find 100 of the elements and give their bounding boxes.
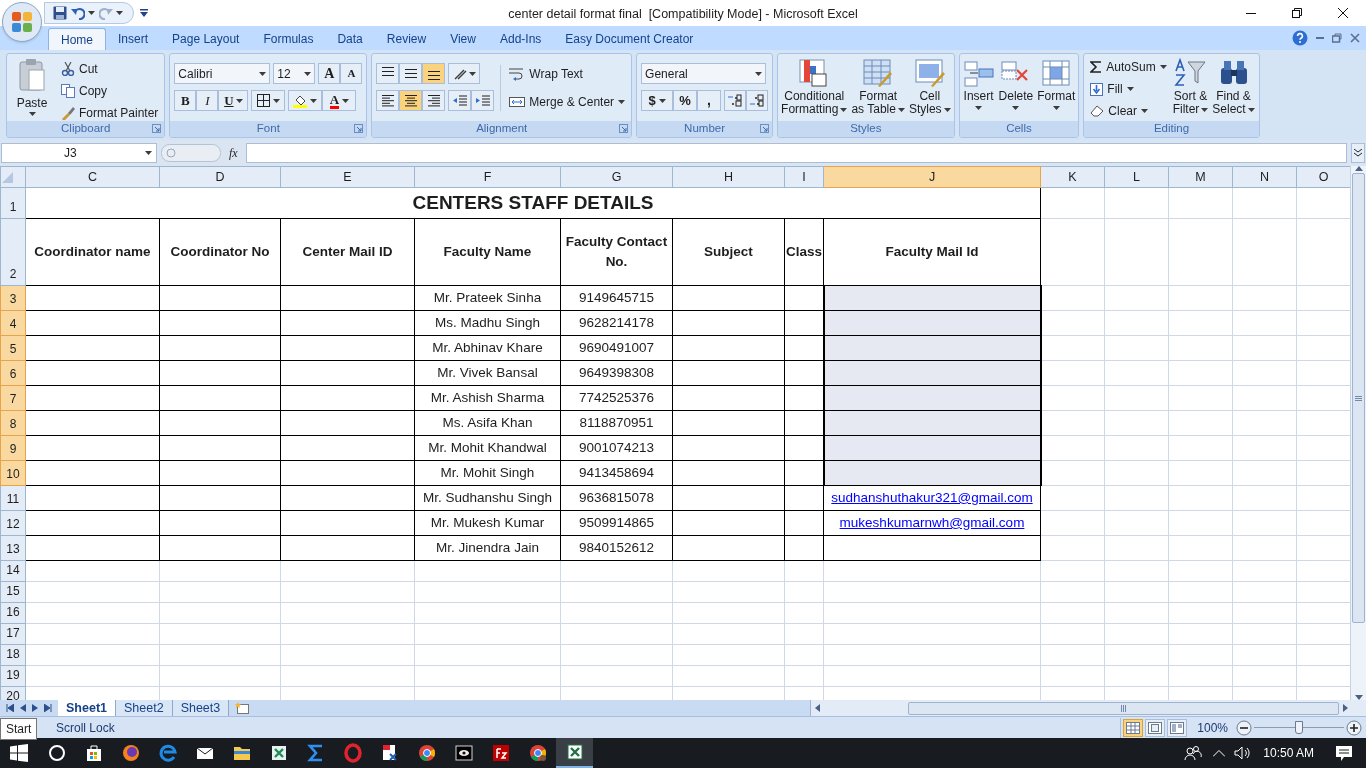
cells-button[interactable]: Insert <box>961 58 996 110</box>
increase-decimal-button[interactable] <box>724 90 747 111</box>
align-button[interactable] <box>376 90 400 111</box>
ribbon-tab[interactable]: Add-Ins <box>487 28 554 50</box>
workbook-close-button[interactable] <box>1350 33 1360 43</box>
redo-button[interactable] <box>99 6 123 20</box>
row-header[interactable]: 6 <box>0 360 26 386</box>
column-header[interactable]: L <box>1104 166 1169 188</box>
ribbon-tab[interactable]: Insert <box>106 28 161 50</box>
clear-button[interactable]: Clear <box>1088 100 1169 122</box>
email-link[interactable]: sudhanshuthakur321@gmail.com <box>831 489 1033 505</box>
dialog-launcher-icon[interactable] <box>619 124 629 133</box>
currency-button[interactable]: $ <box>641 90 674 111</box>
fill-color-button[interactable] <box>288 90 323 111</box>
zoom-slider-thumb[interactable] <box>1295 720 1303 734</box>
undo-button[interactable] <box>71 6 95 20</box>
row-header[interactable]: 15 <box>0 581 26 603</box>
expand-formula-bar-button[interactable] <box>1351 143 1365 163</box>
column-header[interactable]: C <box>25 166 160 188</box>
column-header[interactable]: G <box>560 166 673 188</box>
ribbon-tab[interactable]: Home <box>48 28 106 50</box>
vertical-scrollbar[interactable] <box>1350 166 1366 700</box>
zoom-slider[interactable] <box>1254 719 1344 736</box>
row-header[interactable]: 18 <box>0 644 26 666</box>
orientation-button[interactable] <box>448 63 481 84</box>
view-button[interactable] <box>1123 718 1144 737</box>
column-header[interactable]: K <box>1040 166 1105 188</box>
row-header[interactable]: 17 <box>0 623 26 645</box>
column-header[interactable]: F <box>414 166 561 188</box>
column-header[interactable]: M <box>1168 166 1233 188</box>
next-sheet-icon[interactable] <box>32 704 38 712</box>
row-header[interactable]: 8 <box>0 410 26 436</box>
percent-button[interactable]: % <box>673 90 698 111</box>
align-button[interactable] <box>376 63 400 84</box>
underline-button[interactable]: U <box>218 90 249 111</box>
column-header[interactable]: D <box>159 166 281 188</box>
ribbon-tab[interactable]: Easy Document Creator <box>553 28 706 50</box>
row-header[interactable]: 14 <box>0 560 26 582</box>
dialog-launcher-icon[interactable] <box>354 124 364 133</box>
borders-button[interactable] <box>251 90 286 111</box>
wrap-text-button[interactable]: Wrap Text <box>507 63 628 85</box>
increase-indent-button[interactable] <box>471 90 495 111</box>
row-header[interactable]: 9 <box>0 435 26 461</box>
format-painter-button[interactable]: Format Painter <box>59 102 161 124</box>
grow-font-button[interactable]: A <box>318 63 341 84</box>
column-header[interactable]: H <box>672 166 785 188</box>
zoom-out-button[interactable] <box>1236 719 1252 736</box>
previous-sheet-icon[interactable] <box>20 704 26 712</box>
column-header[interactable]: J <box>823 166 1041 188</box>
align-button[interactable] <box>422 63 446 84</box>
row-header[interactable]: 10 <box>0 460 26 486</box>
copy-button[interactable]: Copy <box>59 80 161 102</box>
cells-button[interactable]: Format <box>1036 58 1077 110</box>
cut-button[interactable]: Cut <box>59 58 161 80</box>
view-button[interactable] <box>1145 718 1166 737</box>
ribbon-tab[interactable]: View <box>438 28 488 50</box>
fill-button[interactable]: Fill <box>1088 78 1169 100</box>
help-button[interactable] <box>1292 30 1308 46</box>
row-header[interactable]: 2 <box>0 218 26 286</box>
ribbon-tab[interactable]: Formulas <box>251 28 326 50</box>
sheet-tab[interactable]: Sheet3 <box>172 700 230 716</box>
dialog-launcher-icon[interactable] <box>152 124 162 133</box>
row-header[interactable]: 12 <box>0 510 26 536</box>
row-header[interactable]: 5 <box>0 335 26 361</box>
decrease-decimal-button[interactable] <box>746 90 769 111</box>
ribbon-tab[interactable]: Review <box>374 28 439 50</box>
bold-button[interactable]: B <box>174 90 197 111</box>
column-header[interactable]: I <box>784 166 824 188</box>
row-header[interactable]: 7 <box>0 385 26 411</box>
sheet-tab[interactable]: Sheet1 <box>58 700 116 716</box>
shrink-font-button[interactable]: A <box>340 63 363 84</box>
style-button[interactable]: Conditional Formatting <box>780 58 849 116</box>
dialog-launcher-icon[interactable] <box>760 124 770 133</box>
customize-toolbar-button[interactable] <box>140 9 148 17</box>
ribbon-tab[interactable]: Page Layout <box>160 28 252 50</box>
row-header[interactable]: 19 <box>0 665 26 687</box>
zoom-level[interactable]: 100% <box>1189 718 1236 737</box>
row-header[interactable]: 3 <box>0 285 26 311</box>
row-header[interactable]: 16 <box>0 602 26 624</box>
find-select-button[interactable]: Find & Select <box>1212 56 1255 122</box>
column-header[interactable]: O <box>1296 166 1350 188</box>
horizontal-scrollbar[interactable] <box>810 700 1366 716</box>
font-color-button[interactable]: A <box>322 90 357 111</box>
font-size-field[interactable]: 12 <box>273 63 316 84</box>
view-button[interactable] <box>1167 718 1188 737</box>
column-header[interactable]: E <box>280 166 415 188</box>
row-header[interactable]: 11 <box>0 485 26 511</box>
autosum-button[interactable]: AutoSum <box>1088 56 1169 78</box>
align-button[interactable] <box>399 90 423 111</box>
taskbar-clock[interactable]: 10:50 AM <box>1255 744 1322 762</box>
italic-button[interactable]: I <box>196 90 219 111</box>
row-header[interactable]: 4 <box>0 310 26 336</box>
font-name-field[interactable]: Calibri <box>174 63 271 84</box>
number-format-field[interactable]: General <box>641 63 767 84</box>
style-button[interactable]: Format as Table <box>850 58 906 116</box>
name-box[interactable]: J3 <box>1 143 157 163</box>
sort-filter-button[interactable]: Sort & Filter <box>1172 56 1209 122</box>
align-button[interactable] <box>422 90 446 111</box>
first-sheet-icon[interactable] <box>6 704 14 712</box>
zoom-in-button[interactable] <box>1346 719 1362 736</box>
